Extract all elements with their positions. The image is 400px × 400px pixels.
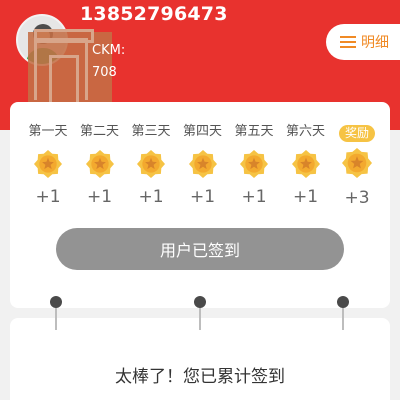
checkin-day: 第一天 +1 <box>26 122 70 207</box>
checkin-day: 第二天 +1 <box>78 122 122 207</box>
medal-icon <box>188 149 218 179</box>
detail-button-label: 明细 <box>361 35 389 51</box>
checkin-day-label: 第二天 <box>79 124 119 139</box>
user-phone: 13852796473 <box>80 3 228 25</box>
checkin-day-points: +1 <box>241 187 267 207</box>
medal-icon <box>85 149 115 179</box>
checkin-day-label: 奖励 <box>338 125 375 142</box>
medal-icon <box>136 149 166 179</box>
binder-ring <box>194 296 206 330</box>
checkin-day-label: 第六天 <box>285 124 325 139</box>
gate-logo-icon <box>34 29 94 103</box>
list-icon <box>340 35 356 49</box>
signed-button[interactable]: 用户已签到 <box>56 228 344 270</box>
reward-medal-icon <box>338 146 376 180</box>
ckm-label: CKM: <box>92 43 126 58</box>
checkin-day: 第五天 +1 <box>232 122 276 207</box>
binder-ring <box>50 296 62 330</box>
ckm-value: 708 <box>92 65 117 80</box>
checkin-day: 第三天 +1 <box>129 122 173 207</box>
checkin-day-label: 第四天 <box>182 124 222 139</box>
medal-icon <box>239 149 269 179</box>
checkin-day-points: +1 <box>138 187 164 207</box>
checkin-day-points: +1 <box>189 187 216 207</box>
checkin-day-reward: 奖励 +3 <box>335 122 379 208</box>
summary-card <box>10 318 390 400</box>
checkin-card: 第一天 +1 第二天 +1 第三天 +1 第四天 +1 第五天 +1 第六天 +1 奖励 +… <box>10 102 390 308</box>
checkin-day-label: 第一天 <box>28 124 68 139</box>
ckm-badge: CKM: 708 <box>28 29 125 104</box>
checkin-day-label: 第三天 <box>131 124 171 139</box>
medal-icon <box>33 149 63 179</box>
checkin-day: 第六天 +1 <box>284 122 328 207</box>
ckm-badge-text: CKM: 708 <box>92 40 125 84</box>
checkin-days: 第一天 +1 第二天 +1 第三天 +1 第四天 +1 第五天 +1 第六天 +1 奖励 +… <box>26 122 386 212</box>
detail-button[interactable]: 明细 <box>326 24 400 60</box>
checkin-day: 第四天 +1 <box>181 122 225 207</box>
medal-icon <box>291 149 321 179</box>
checkin-day-label: 第五天 <box>234 124 274 139</box>
checkin-day-points: +1 <box>35 187 61 207</box>
checkin-day-points: +3 <box>344 188 370 208</box>
checkin-day-points: +1 <box>86 187 113 207</box>
summary-text: 太棒了！您已累计签到 <box>115 367 285 387</box>
checkin-day-points: +1 <box>292 187 319 207</box>
binder-ring <box>337 296 349 330</box>
